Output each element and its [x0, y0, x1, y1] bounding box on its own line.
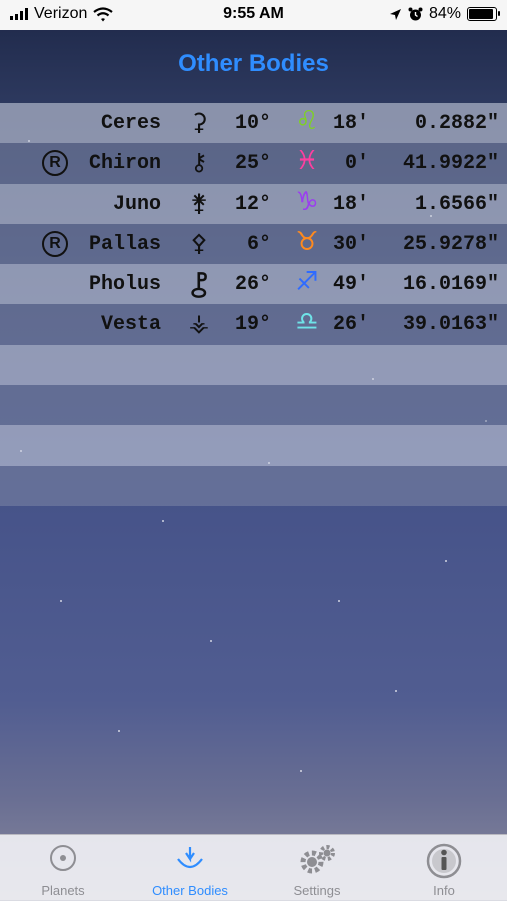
battery-icon: [467, 7, 500, 21]
vesta-symbol-icon: ⚶: [188, 309, 210, 338]
minutes-value: 0': [344, 152, 369, 176]
minutes-value: 49': [332, 273, 369, 297]
zodiac-sign-icon: ♉: [295, 226, 319, 257]
table-row[interactable]: Juno ⚵ 12° ♑ 18' 1.6566": [0, 183, 507, 224]
tab-settings[interactable]: Settings: [254, 835, 380, 901]
navigation-bar: Other Bodies: [0, 30, 507, 103]
tab-label: Info: [433, 883, 455, 898]
body-name: Ceres: [100, 112, 161, 135]
empty-row: [0, 385, 507, 426]
ceres-symbol-icon: ⚳: [190, 108, 208, 136]
status-bar: Verizon 9:55 AM 84%: [0, 0, 507, 30]
table-row[interactable]: R Pallas ⚴ 6° ♉ 30' 25.9278": [0, 223, 507, 265]
minutes-value: 30': [332, 232, 369, 256]
degree-value: 19°: [234, 313, 271, 337]
empty-row: [0, 425, 507, 466]
zodiac-sign-icon: ♓: [295, 146, 319, 177]
bodies-table: Ceres ⚳ 10° ♌ 18' 0.2882" R Chiron ⚷ 25° ♓ 0' 41.992…: [0, 103, 507, 506]
degree-value: 12°: [234, 192, 271, 216]
degree-value: 6°: [246, 232, 271, 256]
vesta-icon: [127, 843, 253, 877]
battery-percent: 84%: [428, 5, 461, 22]
chiron-symbol-icon: ⚷: [190, 148, 208, 177]
tab-other-bodies[interactable]: Other Bodies: [127, 835, 253, 901]
body-name: Juno: [112, 192, 161, 216]
table-row[interactable]: Pholus ⯛ 26° ♐ 49' 16.0169": [0, 264, 507, 305]
juno-symbol-icon: ⚵: [190, 188, 208, 217]
location-arrow-icon: [389, 8, 401, 20]
minutes-value: 18': [332, 192, 369, 216]
zodiac-sign-icon: ♐: [295, 267, 319, 298]
body-name: Vesta: [100, 313, 161, 337]
tab-bar: Planets Other Bodies Settings Info: [0, 834, 507, 901]
degree-value: 26°: [234, 273, 271, 297]
degree-value: 10°: [234, 112, 271, 135]
empty-row: [0, 344, 507, 386]
body-name: Pholus: [88, 273, 161, 297]
body-name: Pallas: [88, 232, 161, 256]
seconds-value: 1.6566": [414, 192, 499, 216]
target-icon: [0, 843, 126, 877]
gear-icon: [254, 843, 380, 877]
tab-planets[interactable]: Planets: [0, 835, 126, 901]
info-icon: [381, 843, 507, 879]
retrograde-badge: R: [42, 150, 68, 177]
pallas-symbol-icon: ⚴: [190, 228, 208, 257]
degree-value: 25°: [234, 152, 271, 176]
alarm-icon: [408, 7, 423, 20]
seconds-value: 0.2882": [414, 112, 499, 135]
tab-label: Other Bodies: [152, 883, 228, 898]
table-row[interactable]: R Chiron ⚷ 25° ♓ 0' 41.9922": [0, 143, 507, 184]
table-row[interactable]: Ceres ⚳ 10° ♌ 18' 0.2882": [0, 103, 507, 144]
seconds-value: 16.0169": [402, 273, 499, 297]
tab-label: Planets: [41, 883, 85, 898]
zodiac-sign-icon: ♎: [295, 307, 319, 338]
body-name: Chiron: [88, 152, 161, 176]
retrograde-badge: R: [42, 230, 68, 257]
tab-info[interactable]: Info: [381, 835, 507, 901]
empty-row: [0, 465, 507, 506]
zodiac-sign-icon: ♌: [295, 106, 319, 136]
seconds-value: 25.9278": [402, 232, 499, 256]
seconds-value: 39.0163": [402, 313, 499, 337]
seconds-value: 41.9922": [402, 152, 499, 176]
minutes-value: 18': [332, 112, 369, 135]
tab-label: Settings: [293, 883, 341, 898]
table-row[interactable]: Vesta ⚶ 19° ♎ 26' 39.0163": [0, 304, 507, 345]
zodiac-sign-icon: ♑: [295, 186, 319, 217]
minutes-value: 26': [332, 313, 369, 337]
battery-fill: [469, 9, 493, 19]
page-title: Other Bodies: [178, 50, 329, 77]
